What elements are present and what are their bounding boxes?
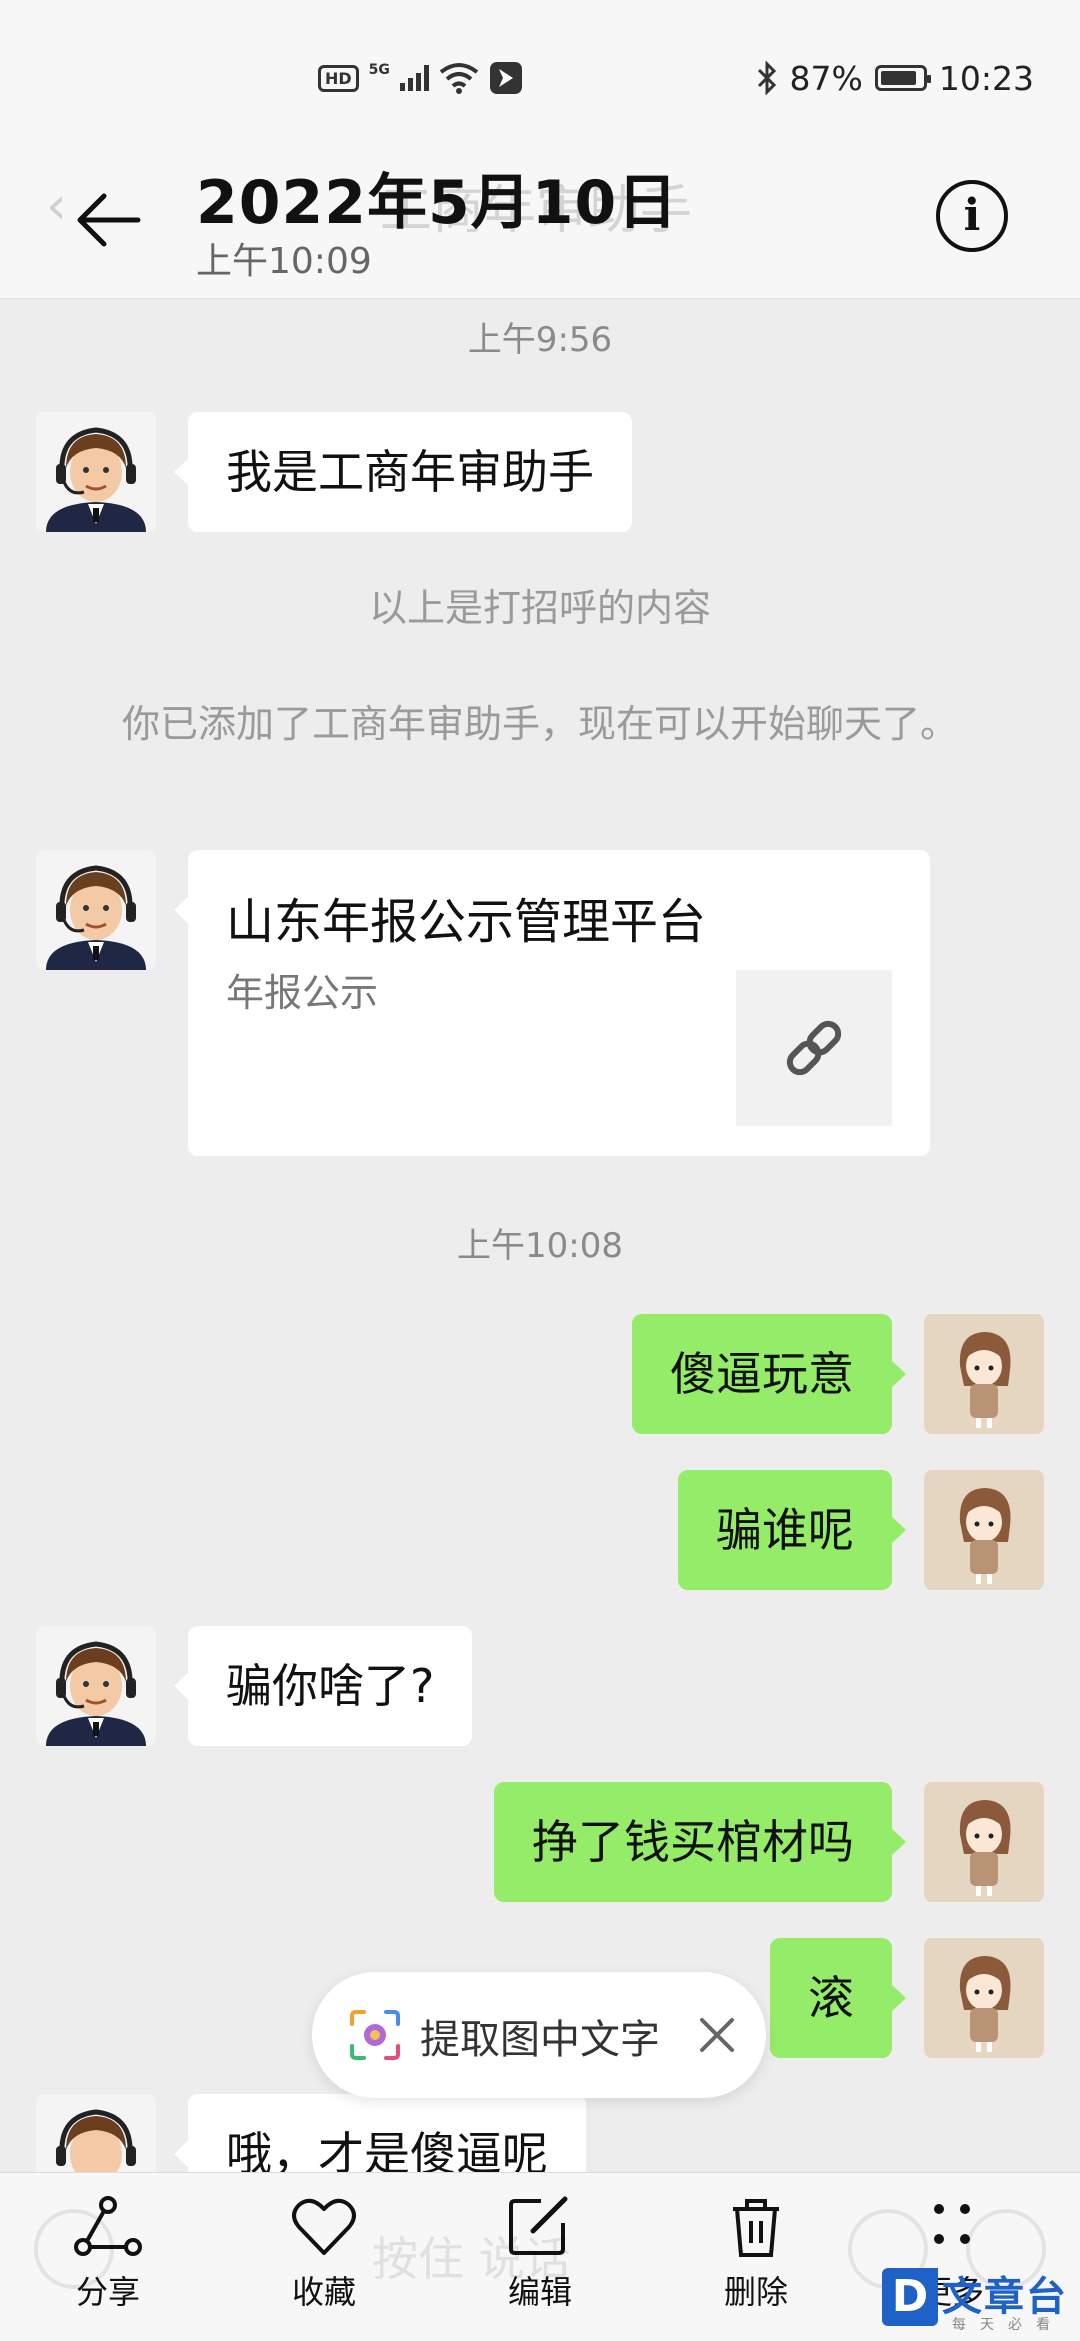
signal-icon <box>399 65 429 91</box>
chat-header: ‹ 工商年审助手 2022年5月10日 上午10:09 i <box>0 150 1080 299</box>
extract-text-popup[interactable]: 提取图中文字 <box>312 1972 766 2098</box>
agent-avatar-icon <box>36 850 156 970</box>
watermark-subtext: 每天必看 <box>952 2317 1064 2333</box>
heart-icon <box>292 2198 356 2255</box>
link-icon <box>786 1020 842 1076</box>
avatar[interactable] <box>36 850 156 970</box>
avatar-self[interactable] <box>924 1314 1044 1434</box>
clock: 10:23 <box>938 58 1034 98</box>
avatar-self[interactable] <box>924 1782 1044 1902</box>
watermark: D 文章台 每天必看 <box>882 2264 1072 2334</box>
edit-icon <box>509 2196 568 2255</box>
app-notification-icon <box>489 62 522 94</box>
delete-label: 删除 <box>723 2273 788 2311</box>
hd-icon: HD <box>318 64 359 92</box>
page-subtitle: 上午10:09 <box>196 241 372 282</box>
battery-icon <box>874 65 931 91</box>
system-message: 你已添加了工商年审助手，现在可以开始聊天了。 <box>121 702 958 746</box>
back-arrow-icon[interactable] <box>72 182 148 258</box>
message-bubble-sent[interactable]: 骗谁呢 <box>678 1470 906 1590</box>
status-center-icons: HD 5G <box>318 58 523 98</box>
info-icon[interactable]: i <box>936 180 1008 252</box>
edit-label: 编辑 <box>507 2273 572 2311</box>
agent-avatar-icon <box>36 412 156 532</box>
link-card-description: 年报公示 <box>226 971 379 1015</box>
extract-text-icon <box>350 2010 400 2060</box>
link-thumbnail <box>736 970 892 1126</box>
agent-avatar-icon <box>36 1626 156 1746</box>
message-bubble-sent[interactable]: 滚 <box>770 1938 906 2058</box>
battery-percent: 87% <box>789 58 863 98</box>
girl-avatar-icon <box>924 1314 1044 1434</box>
system-message: 以上是打招呼的内容 <box>368 586 711 630</box>
close-icon[interactable] <box>690 2008 744 2062</box>
edit-button[interactable]: 编辑 <box>470 2195 610 2313</box>
trash-icon <box>733 2199 779 2257</box>
network-type: 5G <box>368 62 390 78</box>
favorite-button[interactable]: 收藏 <box>254 2195 394 2313</box>
message-bubble-received[interactable]: 骗你啥了? <box>173 1626 473 1746</box>
share-icon <box>74 2196 142 2256</box>
message-bubble-sent[interactable]: 挣了钱买棺材吗 <box>494 1782 906 1902</box>
wifi-icon <box>439 63 479 94</box>
avatar-self[interactable] <box>924 1938 1044 2058</box>
girl-avatar-icon <box>924 1470 1044 1590</box>
timestamp: 上午9:56 <box>467 320 613 360</box>
share-button[interactable]: 分享 <box>38 2195 178 2313</box>
status-right-icons: 87% 10:23 <box>756 58 1034 98</box>
extract-text-label: 提取图中文字 <box>420 2017 660 2063</box>
avatar[interactable] <box>36 412 156 532</box>
girl-avatar-icon <box>924 1938 1044 2058</box>
link-card[interactable]: 山东年报公示管理平台 年报公示 <box>174 850 930 1156</box>
avatar-self[interactable] <box>924 1470 1044 1590</box>
link-card-title: 山东年报公示管理平台 <box>226 894 707 950</box>
page-title: 2022年5月10日 <box>196 168 679 238</box>
girl-avatar-icon <box>924 1782 1044 1902</box>
delete-button[interactable]: 删除 <box>686 2195 826 2313</box>
avatar[interactable] <box>36 1626 156 1746</box>
more-icon <box>934 2204 970 2244</box>
share-label: 分享 <box>75 2273 140 2311</box>
faded-back-icon: ‹ <box>46 176 67 236</box>
timestamp: 上午10:08 <box>457 1226 623 1266</box>
favorite-label: 收藏 <box>291 2273 356 2311</box>
watermark-logo: D <box>882 2268 938 2326</box>
bluetooth-icon <box>757 61 776 95</box>
message-bubble-sent[interactable]: 傻逼玩意 <box>632 1314 906 1434</box>
status-bar: HD 5G 87% 10:23 <box>0 0 1080 150</box>
message-bubble-received[interactable]: 我是工商年审助手 <box>174 412 632 532</box>
